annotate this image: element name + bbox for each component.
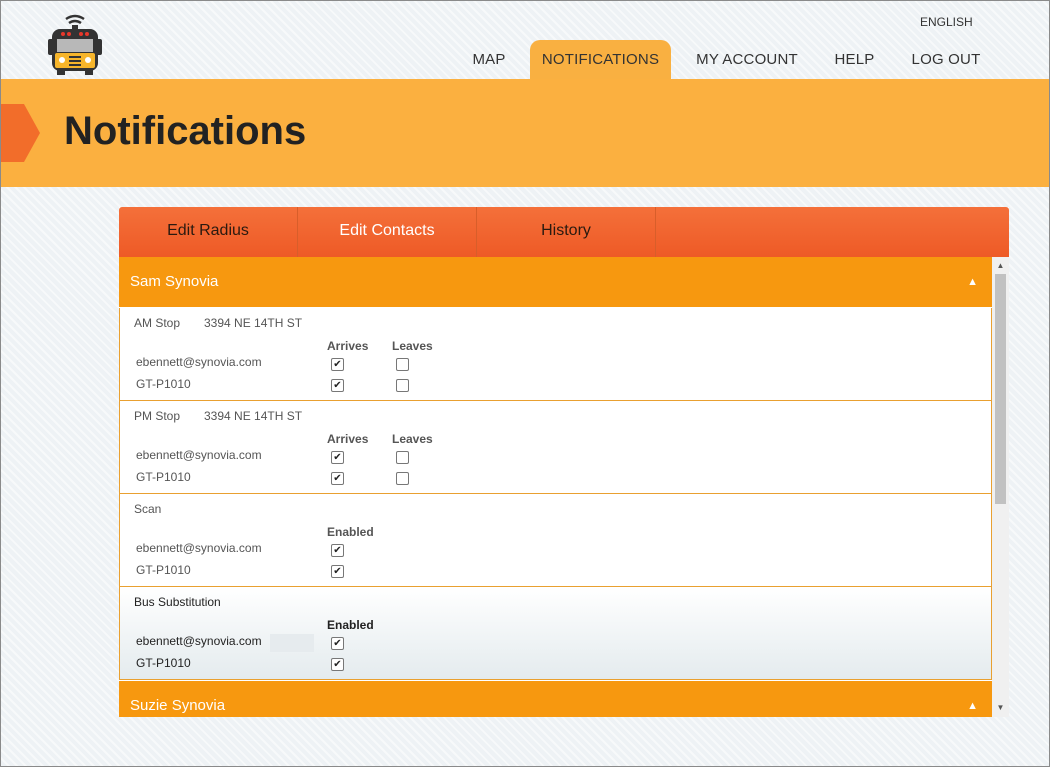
contact-email: ebennett@synovia.com: [136, 355, 262, 369]
checkbox-enabled[interactable]: ✔: [331, 637, 344, 650]
scroll-up-arrow-icon[interactable]: ▲: [992, 259, 1009, 273]
student-name: Suzie Synovia: [130, 697, 226, 714]
stop-address: 3394 NE 14TH ST: [204, 316, 303, 330]
checkbox-arrives[interactable]: ✔: [331, 358, 344, 371]
school-bus-logo[interactable]: [46, 13, 104, 77]
section-label: Scan: [134, 502, 162, 516]
scroll-down-arrow-icon[interactable]: ▼: [992, 701, 1009, 715]
page-title: Notifications: [64, 109, 307, 153]
column-enabled: Enabled: [327, 618, 374, 632]
column-arrives: Arrives: [327, 339, 369, 353]
contact-email: ebennett@synovia.com: [136, 448, 262, 462]
section-label: Bus Substitution: [134, 595, 221, 609]
chevron-up-icon[interactable]: ▲: [967, 257, 978, 307]
language-selector[interactable]: ENGLISH: [920, 15, 973, 29]
contact-email: ebennett@synovia.com: [136, 634, 262, 648]
nav-map[interactable]: MAP: [463, 40, 515, 79]
column-leaves: Leaves: [392, 339, 433, 353]
section-scan: Scan Enabled ebennett@synovia.com ✔ GT-P…: [119, 494, 992, 587]
checkbox-arrives[interactable]: ✔: [331, 472, 344, 485]
tab-history[interactable]: History: [477, 207, 656, 257]
section-am-stop: AM Stop 3394 NE 14TH ST Arrives Leaves e…: [119, 308, 992, 401]
tab-bar: Edit Radius Edit Contacts History: [119, 207, 1009, 257]
checkbox-enabled[interactable]: ✔: [331, 658, 344, 671]
nav-my-account[interactable]: MY ACCOUNT: [687, 40, 807, 79]
nav-log-out[interactable]: LOG OUT: [902, 40, 990, 79]
school-bus-icon: [48, 14, 102, 75]
checkbox-leaves[interactable]: [396, 472, 409, 485]
vertical-scrollbar[interactable]: ▲ ▼: [992, 257, 1009, 717]
contact-device: GT-P1010: [136, 563, 191, 577]
notifications-panel: Edit Radius Edit Contacts History Sam Sy…: [119, 207, 1009, 717]
nav-notifications[interactable]: NOTIFICATIONS: [530, 40, 671, 79]
checkbox-leaves[interactable]: [396, 451, 409, 464]
tab-edit-contacts[interactable]: Edit Contacts: [298, 207, 477, 257]
tab-edit-radius[interactable]: Edit Radius: [119, 207, 298, 257]
student-list: Sam Synovia ▲ AM Stop 3394 NE 14TH ST Ar…: [119, 257, 992, 717]
checkbox-enabled[interactable]: ✔: [331, 544, 344, 557]
column-enabled: Enabled: [327, 525, 374, 539]
chevron-up-icon[interactable]: ▲: [967, 681, 978, 717]
page-banner: Notifications: [0, 79, 1049, 187]
checkbox-leaves[interactable]: [396, 379, 409, 392]
row-hover-highlight: [270, 634, 314, 652]
contact-device: GT-P1010: [136, 656, 191, 670]
student-header-sam[interactable]: Sam Synovia ▲: [119, 257, 992, 307]
contact-device: GT-P1010: [136, 470, 191, 484]
section-pm-stop: PM Stop 3394 NE 14TH ST Arrives Leaves e…: [119, 401, 992, 494]
contact-email: ebennett@synovia.com: [136, 541, 262, 555]
contact-device: GT-P1010: [136, 377, 191, 391]
checkbox-leaves[interactable]: [396, 358, 409, 371]
checkbox-arrives[interactable]: ✔: [331, 379, 344, 392]
column-leaves: Leaves: [392, 432, 433, 446]
scrollbar-thumb[interactable]: [995, 274, 1006, 504]
checkbox-arrives[interactable]: ✔: [331, 451, 344, 464]
nav-help[interactable]: HELP: [826, 40, 883, 79]
section-label: PM Stop: [134, 409, 181, 423]
section-bus-substitution: Bus Substitution Enabled ebennett@synovi…: [119, 587, 992, 680]
student-name: Sam Synovia: [130, 273, 219, 290]
checkbox-enabled[interactable]: ✔: [331, 565, 344, 578]
stop-address: 3394 NE 14TH ST: [204, 409, 303, 423]
student-header-suzie[interactable]: Suzie Synovia ▲: [119, 681, 992, 717]
column-arrives: Arrives: [327, 432, 369, 446]
banner-arrow-icon: [0, 104, 40, 162]
section-label: AM Stop: [134, 316, 181, 330]
